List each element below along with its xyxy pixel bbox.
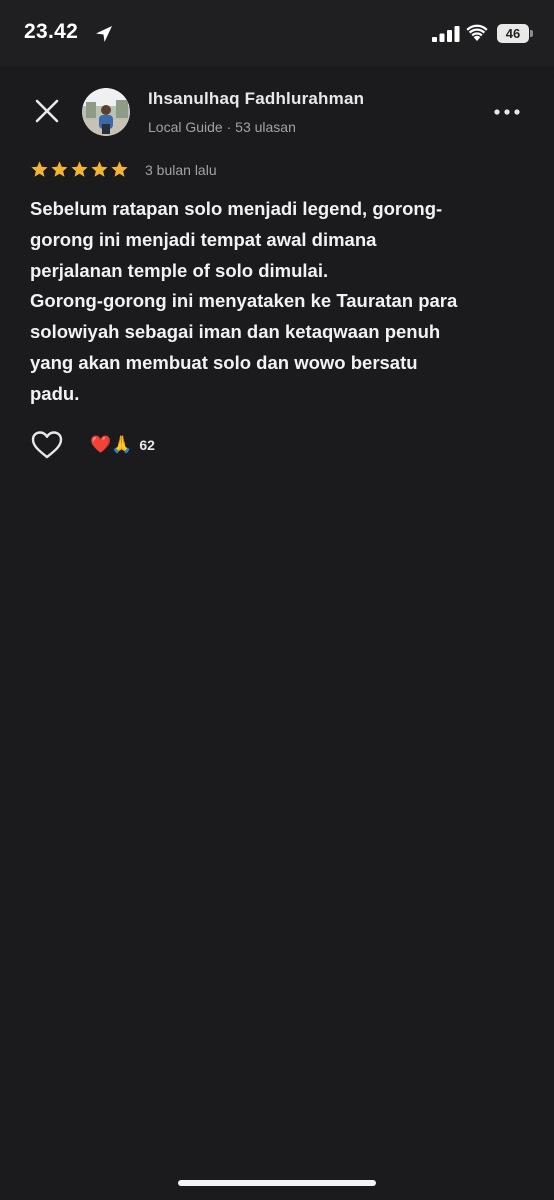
review-date: 3 bulan lalu <box>145 162 217 178</box>
close-button[interactable] <box>28 92 66 130</box>
wifi-icon <box>466 24 488 41</box>
cellular-signal-icon <box>432 26 460 42</box>
like-button[interactable] <box>30 429 64 461</box>
more-options-icon <box>494 109 520 115</box>
avatar[interactable] <box>82 88 130 136</box>
status-time: 23.42 <box>24 20 79 43</box>
battery-level: 46 <box>505 26 521 41</box>
reviewer-name[interactable]: Ihsanulhaq Fadhlurahman <box>148 89 364 109</box>
home-indicator[interactable] <box>178 1180 376 1186</box>
reaction-count: 62 <box>139 437 155 453</box>
star-icon <box>31 161 48 177</box>
star-icon <box>71 161 88 177</box>
review-text: Sebelum ratapan solo menjadi legend, gor… <box>30 198 458 404</box>
heart-outline-icon <box>31 431 63 459</box>
star-icon <box>111 161 128 177</box>
star-rating <box>30 160 129 180</box>
reviewer-meta: Local Guide · 53 ulasan <box>148 119 296 135</box>
more-options-button[interactable] <box>490 100 524 124</box>
battery-nub <box>530 30 533 37</box>
location-arrow-icon <box>96 26 112 42</box>
star-icon <box>91 161 108 177</box>
close-icon <box>35 99 59 123</box>
star-icon <box>51 161 68 177</box>
battery-icon: 46 <box>497 24 529 43</box>
status-bar: 23.42 46 <box>0 0 554 66</box>
reaction-emojis: ❤️🙏 <box>90 435 133 455</box>
reactions-summary[interactable]: ❤️🙏 62 <box>90 432 155 458</box>
